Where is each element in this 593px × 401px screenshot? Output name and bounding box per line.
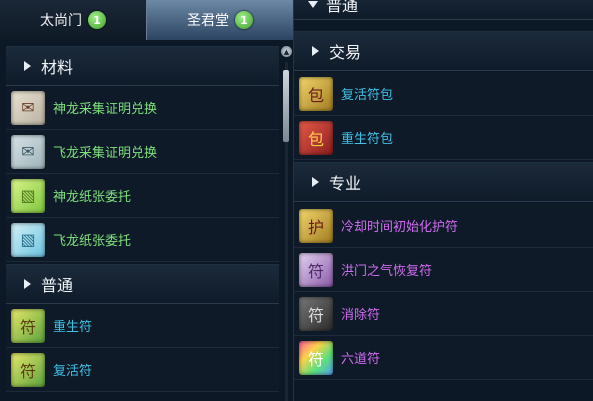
list-item[interactable]: ▧ 飞龙纸张委托	[6, 218, 279, 262]
paper-scroll-icon: ✉	[11, 134, 45, 169]
item-label: 复活符	[53, 364, 93, 379]
item-label: 飞龙采集证明兑换	[53, 146, 158, 161]
list-item[interactable]: 护 冷却时间初始化护符	[294, 204, 593, 248]
item-label: 重生符包	[341, 132, 394, 147]
tab-shengjuntang[interactable]: 圣君堂 1	[146, 0, 293, 40]
item-label: 消除符	[341, 308, 381, 323]
left-panel: 太尚门 1 圣君堂 1 材料 ✉ 神龙采集证明兑换 ✉ 飞龙采集证明兑换 ▧ 神…	[0, 0, 293, 401]
scroll-up-arrow-icon[interactable]: ▲	[281, 46, 292, 57]
category-header-common[interactable]: 普通	[6, 264, 279, 304]
category-title: 交易	[329, 43, 362, 62]
item-label: 神龙纸张委托	[53, 190, 132, 205]
category-header-trade[interactable]: 交易	[294, 31, 593, 71]
talisman-icon: 符	[299, 340, 333, 375]
category-title: 普通	[41, 276, 74, 295]
cyan-paper-icon: ▧	[11, 222, 45, 257]
category-header-special[interactable]: 专业	[294, 162, 593, 202]
count-badge: 1	[88, 11, 106, 29]
category-title: 普通	[326, 0, 359, 15]
list-item[interactable]: 符 消除符	[294, 292, 593, 336]
tab-label: 圣君堂	[187, 13, 229, 29]
list-item[interactable]: ✉ 神龙采集证明兑换	[6, 86, 279, 130]
list-item[interactable]: ✉ 飞龙采集证明兑换	[6, 130, 279, 174]
expand-triangle-icon	[312, 177, 319, 187]
expand-triangle-icon	[312, 46, 319, 56]
tab-taishangmen[interactable]: 太尚门 1	[0, 0, 146, 40]
talisman-pack-icon: 包	[299, 76, 333, 111]
talisman-pack-icon: 包	[299, 120, 333, 155]
category-title: 材料	[41, 58, 74, 77]
item-label: 冷却时间初始化护符	[341, 220, 459, 235]
list-item[interactable]: 包 复活符包	[294, 72, 593, 116]
scrollbar[interactable]: ▲	[281, 42, 292, 401]
expand-triangle-icon	[24, 279, 31, 289]
category-title: 专业	[329, 174, 362, 193]
list-item[interactable]: 符 洪门之气恢复符	[294, 248, 593, 292]
item-label: 飞龙纸张委托	[53, 234, 132, 249]
tab-bar: 太尚门 1 圣君堂 1	[0, 0, 293, 40]
list-item[interactable]: 符 六道符	[294, 336, 593, 380]
list-item[interactable]: ▧ 神龙纸张委托	[6, 174, 279, 218]
green-paper-icon: ▧	[11, 178, 45, 213]
collapse-triangle-icon	[308, 0, 318, 8]
talisman-icon: 符	[299, 296, 333, 331]
expand-triangle-icon	[24, 61, 31, 71]
tab-label: 太尚门	[40, 13, 82, 29]
category-header-materials[interactable]: 材料	[6, 46, 279, 86]
right-panel: 普通 交易 包 复活符包 包 重生符包 专业 护 冷却时间初始化护符 符 洪门之…	[293, 0, 593, 401]
paper-scroll-icon: ✉	[11, 90, 45, 125]
talisman-icon: 符	[11, 352, 45, 387]
scroll-thumb[interactable]	[283, 70, 289, 142]
amulet-icon: 护	[299, 208, 333, 243]
list-item[interactable]: 包 重生符包	[294, 116, 593, 160]
talisman-icon: 符	[11, 308, 45, 343]
category-header-common[interactable]: 普通	[294, 0, 593, 20]
count-badge: 1	[235, 11, 253, 29]
talisman-icon: 符	[299, 252, 333, 287]
item-label: 神龙采集证明兑换	[53, 102, 158, 117]
item-label: 重生符	[53, 320, 93, 335]
item-label: 六道符	[341, 352, 381, 367]
item-label: 洪门之气恢复符	[341, 264, 433, 279]
list-item[interactable]: 符 复活符	[6, 348, 279, 392]
item-label: 复活符包	[341, 88, 394, 103]
list-item[interactable]: 符 重生符	[6, 304, 279, 348]
